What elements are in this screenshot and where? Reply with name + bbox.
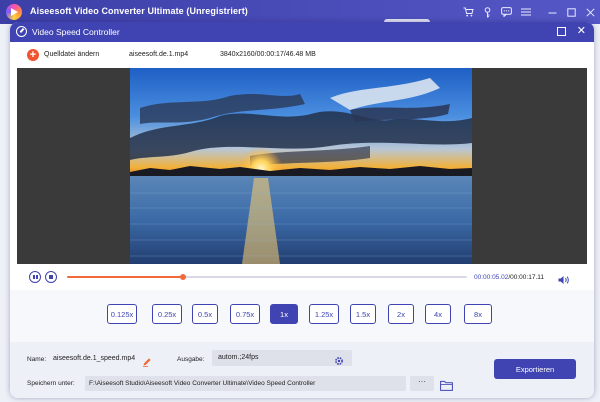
video-preview	[17, 68, 587, 264]
feedback-icon[interactable]	[497, 0, 516, 24]
minimize-icon[interactable]	[543, 0, 562, 24]
speed-button[interactable]: 0.125x	[107, 304, 137, 324]
speed-options: 0.125x 0.25x 0.5x 0.75x 1x 1.25x 1.5x 2x 4x 8x	[10, 290, 594, 342]
speed-button[interactable]: 0.75x	[230, 304, 260, 324]
progress-fill	[67, 276, 183, 278]
speed-button[interactable]: 2x	[388, 304, 414, 324]
speed-button[interactable]: 4x	[425, 304, 451, 324]
cart-icon[interactable]	[459, 0, 478, 24]
speed-button[interactable]: 8x	[464, 304, 492, 324]
maximize-icon[interactable]	[562, 0, 581, 24]
app-titlebar: Aiseesoft Video Converter Ultimate (Unre…	[0, 0, 600, 24]
save-path-value: F:\Aiseesoft Studio\Aiseesoft Video Conv…	[89, 380, 316, 387]
playback-controls: 00:00:05.02/00:00:17.11	[10, 264, 594, 290]
app-title: Aiseesoft Video Converter Ultimate (Unre…	[30, 6, 248, 16]
speed-button[interactable]: 1.25x	[309, 304, 339, 324]
save-path-field[interactable]: F:\Aiseesoft Studio\Aiseesoft Video Conv…	[85, 376, 406, 391]
output-settings: Name: aiseesoft.de.1_speed.mp4 Ausgabe: …	[10, 342, 594, 398]
source-file-meta: 3840x2160/00:00:17/46.48 MB	[220, 51, 316, 58]
dialog-close-icon[interactable]: ✕	[577, 25, 586, 37]
pause-button[interactable]	[29, 271, 41, 283]
speed-icon	[16, 26, 27, 37]
timecode: 00:00:05.02/00:00:17.11	[474, 274, 544, 281]
file-info-bar: + Quelldatei ändern aiseesoft.de.1.mp4 3…	[10, 42, 594, 68]
app-toolbar	[459, 0, 600, 24]
speed-button[interactable]: 0.5x	[192, 304, 218, 324]
source-file-name: aiseesoft.de.1.mp4	[129, 51, 189, 58]
output-label: Ausgabe:	[177, 356, 205, 363]
dialog-maximize-icon[interactable]	[557, 27, 566, 36]
change-source-button[interactable]: Quelldatei ändern	[44, 51, 99, 58]
output-format-value: autom.;24fps	[218, 354, 259, 361]
speed-button[interactable]: 1x	[270, 304, 298, 324]
output-format-select[interactable]: autom.;24fps	[212, 350, 352, 366]
video-frame[interactable]	[130, 68, 472, 264]
output-name: aiseesoft.de.1_speed.mp4	[53, 355, 136, 362]
volume-icon[interactable]	[558, 272, 570, 284]
app-logo	[6, 4, 22, 20]
add-source-icon[interactable]: +	[27, 49, 39, 61]
app-window: Aiseesoft Video Converter Ultimate (Unre…	[0, 0, 600, 402]
export-button[interactable]: Exportieren	[494, 359, 576, 379]
sunset-lake-image	[130, 68, 472, 264]
dialog-titlebar: Video Speed Controller ✕	[10, 22, 594, 42]
name-label: Name:	[27, 356, 47, 363]
edit-name-icon[interactable]	[142, 354, 152, 367]
gear-icon[interactable]	[334, 353, 344, 365]
current-time: 00:00:05.02	[474, 274, 509, 281]
speed-controller-dialog: Video Speed Controller ✕ + Quelldatei än…	[10, 22, 594, 398]
dialog-title: Video Speed Controller	[32, 27, 120, 37]
speed-button[interactable]: 0.25x	[152, 304, 182, 324]
save-label: Speichern unter:	[27, 380, 75, 387]
close-icon[interactable]	[581, 0, 600, 24]
menu-icon[interactable]	[516, 0, 535, 24]
stop-button[interactable]	[45, 271, 57, 283]
key-icon[interactable]	[478, 0, 497, 24]
folder-icon[interactable]	[440, 378, 453, 391]
speed-button[interactable]: 1.5x	[350, 304, 376, 324]
progress-handle[interactable]	[180, 274, 186, 280]
browse-more-button[interactable]: ···	[410, 376, 434, 391]
progress-track[interactable]	[67, 274, 467, 280]
total-time: /00:00:17.11	[508, 274, 545, 281]
